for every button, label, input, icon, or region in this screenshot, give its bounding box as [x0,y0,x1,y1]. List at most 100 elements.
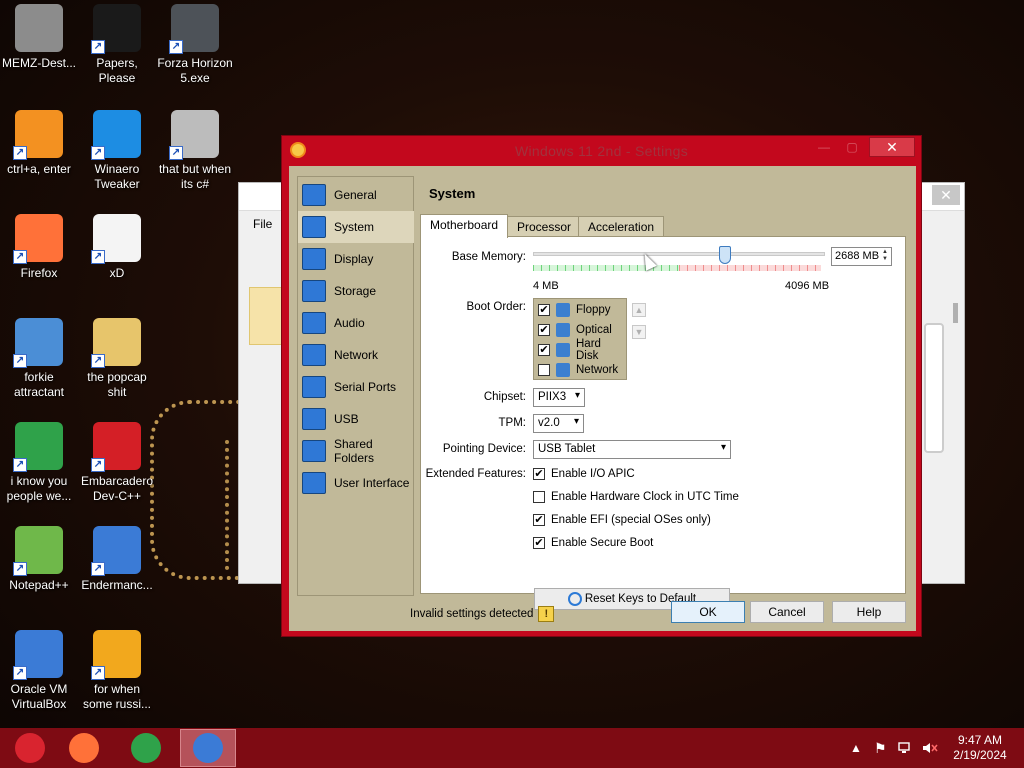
manager-close-button[interactable]: ✕ [932,185,960,205]
sidebar-item-general[interactable]: General [298,179,414,211]
feature-checkbox[interactable]: ✔ [533,537,545,549]
taskbar-virtualbox-button[interactable] [180,729,236,767]
sidebar-item-label: User Interface [334,476,410,490]
desktop-icon[interactable]: ↗ ctrl+a, enter [0,110,78,177]
sidebar-item-label: Storage [334,284,377,298]
sidebar-item-usb[interactable]: USB [298,403,414,435]
optical-icon [556,323,570,337]
general-icon [302,184,326,206]
memory-safe-range [533,265,679,271]
desktop-icon-label: that but when its c# [158,162,232,191]
desktop-icon-label: forkie attractant [13,370,65,399]
action-center-flag-icon[interactable]: ⚑ [874,728,887,768]
tray-chevron[interactable]: ▲ [850,728,862,768]
shortcut-arrow-icon: ↗ [91,458,105,472]
cancel-button[interactable]: Cancel [750,601,824,623]
shared-folders-icon [302,440,326,462]
boot-item-checkbox[interactable]: ✔ [538,344,550,356]
feature-1[interactable]: Enable Hardware Clock in UTC Time [533,491,739,503]
sidebar-item-audio[interactable]: Audio [298,307,414,339]
desktop-icon[interactable]: ↗ xD [78,214,156,281]
ok-button[interactable]: OK [671,601,745,623]
taskbar-chrome-button[interactable] [118,729,174,767]
dialog-close-button[interactable]: ✕ [869,137,915,157]
chevron-down-icon: ▾ [720,442,726,453]
sidebar-item-storage[interactable]: Storage [298,275,414,307]
shortcut-arrow-icon: ↗ [169,40,183,54]
desktop-icon[interactable]: ↗ Oracle VM VirtualBox [0,630,78,712]
volume-muted-icon[interactable] [922,728,938,768]
shortcut-arrow-icon: ↗ [91,562,105,576]
move-up-button[interactable]: ▲ [632,303,646,317]
user-interface-icon [302,472,326,494]
desktop-icon[interactable]: ↗ Forza Horizon 5.exe [156,4,234,86]
sidebar-item-shared-folders[interactable]: Shared Folders [298,435,414,467]
desktop-icon[interactable]: ↗ Papers, Please [78,4,156,86]
boot-item-floppy[interactable]: ✔ Floppy [538,300,611,320]
boot-item-hard-disk[interactable]: ✔ Hard Disk [538,338,626,362]
desktop-icon[interactable]: ↗ Firefox [0,214,78,281]
winaero-icon: ↗ [91,110,141,160]
desktop-icon[interactable]: ↗ Endermanc... [78,526,156,593]
manager-menu-file[interactable]: File [253,217,272,231]
taskbar-start-button[interactable] [2,729,58,767]
taskbar-clock[interactable]: 9:47 AM 2/19/2024 [944,733,1016,763]
feature-3[interactable]: ✔ Enable Secure Boot [533,537,653,549]
boot-order-list[interactable]: ✔ Floppy ✔ Optical ✔ Hard Disk Network [533,298,627,380]
tab-processor[interactable]: Processor [507,216,582,237]
desktop-icon[interactable]: ↗ Notepad++ [0,526,78,593]
desktop-icon[interactable]: ↗ Winaero Tweaker [78,110,156,192]
shortcut-arrow-icon: ↗ [91,250,105,264]
maximize-button[interactable]: ▢ [839,138,865,157]
chipset-select[interactable]: PIIX3 ▾ [533,388,585,407]
tab-acceleration[interactable]: Acceleration [578,216,665,237]
help-button[interactable]: Help [832,601,906,623]
desktop-icon[interactable]: ↗ for when some russi... [78,630,156,712]
pointing-device-select[interactable]: USB Tablet ▾ [533,440,731,459]
sidebar-item-display[interactable]: Display [298,243,414,275]
desktop-icon[interactable]: ↗ the popcap shit [78,318,156,400]
taskbar-firefox-button[interactable] [56,729,112,767]
sidebar-item-user-interface[interactable]: User Interface [298,467,414,499]
desktop-icon[interactable]: ↗ Embarcadero Dev-C++ [78,422,156,504]
tab-motherboard[interactable]: Motherboard [420,214,509,238]
boot-item-label: Optical [576,324,612,336]
settings-dialog[interactable]: Windows 11 2nd - Settings — ▢ ✕ General S… [281,135,922,637]
boot-order-label: Boot Order: [466,301,526,313]
boot-item-network[interactable]: Network [538,360,618,380]
base-memory-slider-thumb[interactable] [718,246,731,264]
feature-checkbox[interactable]: ✔ [533,468,545,480]
sidebar-item-system[interactable]: System [298,211,414,243]
desktop-icon[interactable]: ↗ that but when its c# [156,110,234,192]
tpm-select[interactable]: v2.0 ▾ [533,414,584,433]
manager-scrollbar[interactable] [953,303,958,323]
sidebar-item-network[interactable]: Network [298,339,414,371]
move-down-button[interactable]: ▼ [632,325,646,339]
dialog-titlebar[interactable]: Windows 11 2nd - Settings — ▢ ✕ [282,136,921,166]
network-icon[interactable] [898,728,912,768]
tpm-value: v2.0 [538,417,560,429]
desktop-icon[interactable]: MEMZ-Dest... [0,4,78,71]
desktop-icon[interactable]: ↗ forkie attractant [0,318,78,400]
minimize-button[interactable]: — [811,138,837,157]
sidebar-item-serial-ports[interactable]: Serial Ports [298,371,414,403]
boot-item-checkbox[interactable]: ✔ [538,304,550,316]
feature-label: Enable Hardware Clock in UTC Time [551,491,739,503]
taskbar: ▲ ⚑ 9:47 AM 2/19/2024 [0,728,1024,768]
boot-item-checkbox[interactable]: ✔ [538,324,550,336]
sidebar-item-label: USB [334,412,359,426]
base-memory-slider-track[interactable] [533,252,825,256]
spinbox-arrows[interactable]: ▲ ▼ [880,249,890,264]
feature-2[interactable]: ✔ Enable EFI (special OSes only) [533,514,711,526]
boot-item-checkbox[interactable] [538,364,550,376]
desktop-icon[interactable]: ↗ i know you people we... [0,422,78,504]
base-memory-spinbox[interactable]: 2688 MB ▲ ▼ [831,247,892,266]
feature-0[interactable]: ✔ Enable I/O APIC [533,468,635,480]
boot-item-optical[interactable]: ✔ Optical [538,320,612,340]
feature-label: Enable Secure Boot [551,537,654,549]
feature-checkbox[interactable] [533,491,545,503]
warning-icon[interactable]: ! [538,606,555,622]
feature-checkbox[interactable]: ✔ [533,514,545,526]
shortcut-arrow-icon: ↗ [13,146,27,160]
dialog-client-area: General System Display Storage Audio Network S… [289,166,916,631]
